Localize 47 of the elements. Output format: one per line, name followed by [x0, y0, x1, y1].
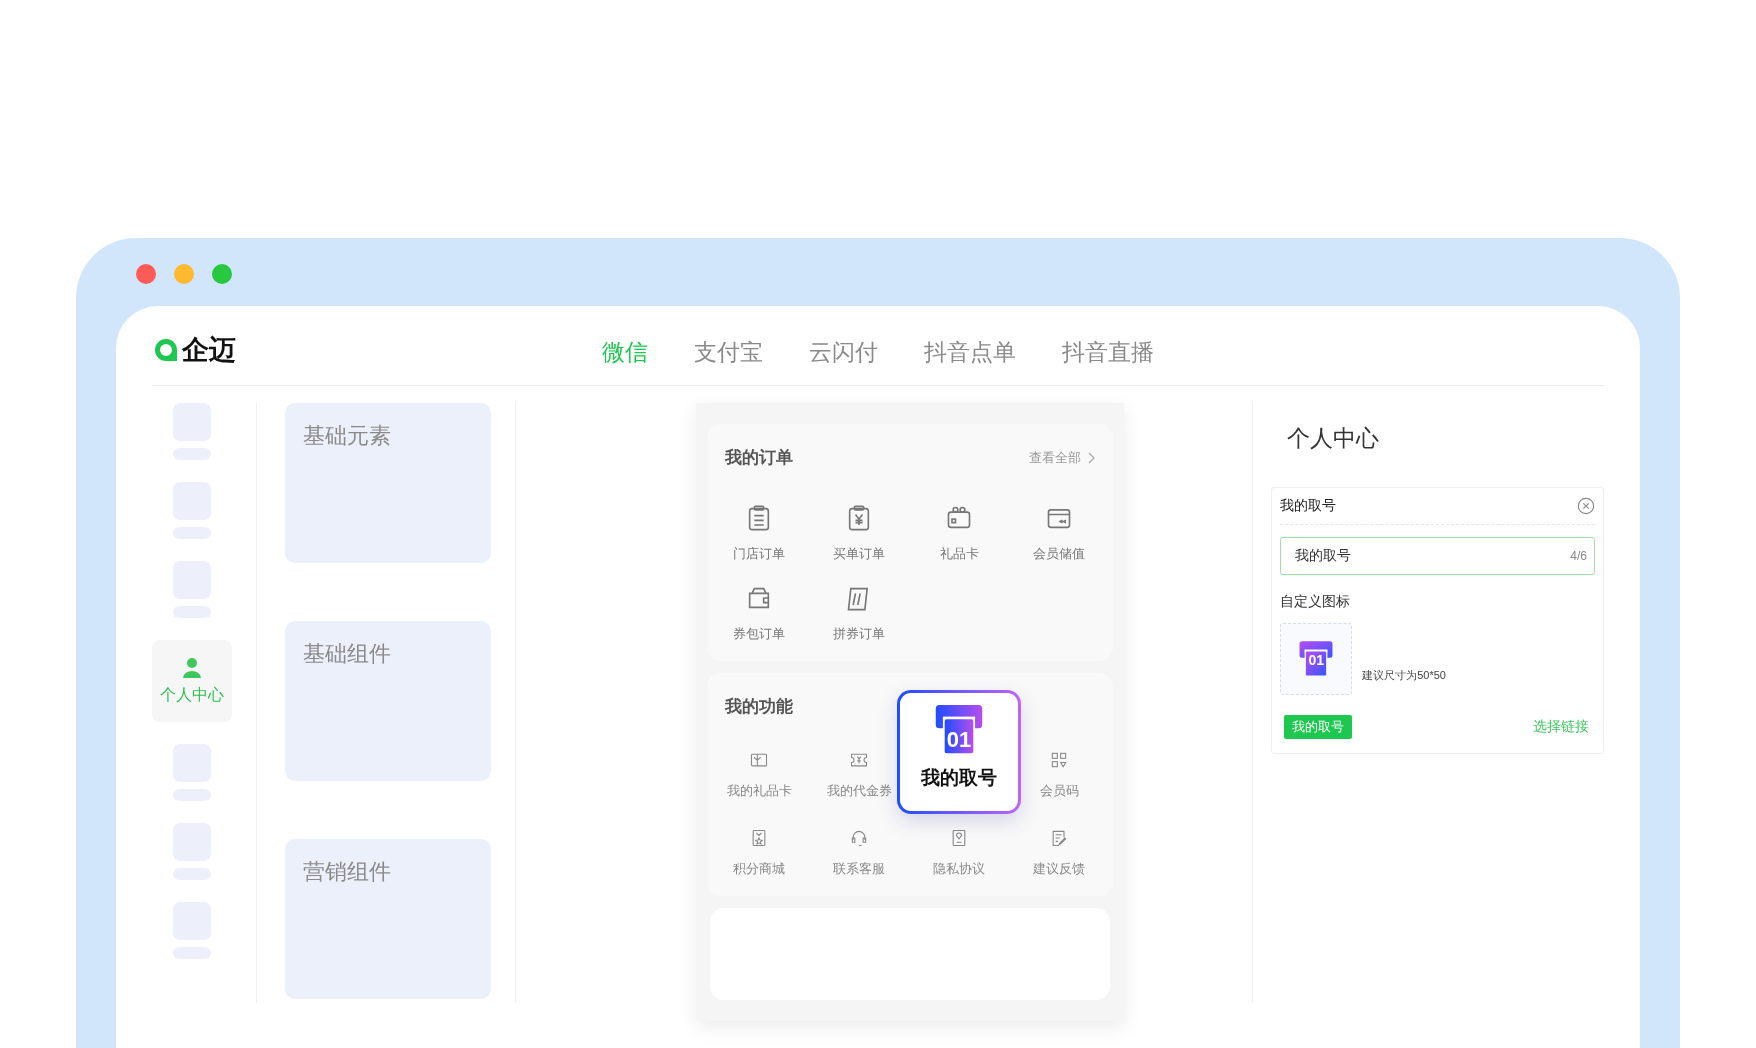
category-card[interactable]: 基础组件: [284, 621, 492, 781]
close-icon[interactable]: [1577, 497, 1595, 515]
minimize-window-dot[interactable]: [174, 264, 194, 284]
view-all-link[interactable]: 查看全部: [1029, 448, 1096, 467]
order-label: 拼券订单: [833, 625, 886, 643]
function-label: 联系客服: [833, 860, 886, 878]
category-card[interactable]: 基础元素: [284, 403, 492, 563]
function-label: 隐私协议: [933, 860, 986, 878]
sidebar-item[interactable]: 个人中心: [152, 640, 232, 722]
platform-tab[interactable]: 抖音点单: [922, 337, 1018, 368]
category-title: 营销组件: [302, 859, 391, 884]
item-title: 我的取号: [1280, 497, 1337, 515]
order-label: 门店订单: [733, 545, 786, 563]
category-card[interactable]: 营销组件: [284, 839, 492, 999]
category-title: 基础元素: [302, 423, 391, 448]
function-label: 积分商城: [733, 860, 786, 878]
function-label: 我的取号: [921, 766, 998, 790]
chevron-right-icon: [1087, 451, 1096, 464]
order-label: 券包订单: [733, 625, 786, 643]
section-label: 自定义图标: [1280, 593, 1352, 611]
order-label: 买单订单: [833, 545, 886, 563]
size-hint: 建议尺寸为50*50: [1362, 668, 1446, 683]
icon-upload-box[interactable]: 01: [1280, 623, 1353, 695]
select-link[interactable]: 选择链接: [1533, 718, 1589, 736]
order-label: 会员储值: [1033, 545, 1086, 563]
function-label: 我的代金券: [826, 782, 892, 800]
sidebar-label: 个人中心: [159, 684, 224, 705]
name-tag: 我的取号: [1284, 715, 1353, 739]
order-label: 礼品卡: [939, 545, 979, 563]
section-title: 我的功能: [725, 696, 794, 718]
ticket-number: 01: [1308, 653, 1324, 667]
panel-title: 个人中心: [1286, 424, 1381, 453]
platform-tab[interactable]: 支付宝: [692, 337, 765, 368]
person-icon: [180, 656, 203, 679]
ticket-number: 01: [946, 729, 972, 751]
function-label: 我的礼品卡: [726, 782, 792, 800]
character-counter: 4/6: [1570, 549, 1587, 563]
category-title: 基础组件: [302, 641, 391, 666]
platform-tab[interactable]: 云闪付: [807, 337, 880, 368]
platform-tab[interactable]: 微信: [600, 337, 650, 368]
section-title: 我的订单: [725, 447, 794, 469]
function-label: 会员码: [1039, 782, 1079, 800]
close-window-dot[interactable]: [136, 264, 156, 284]
platform-tab[interactable]: 抖音直播: [1060, 337, 1156, 368]
maximize-window-dot[interactable]: [212, 264, 232, 284]
brand-name: 企迈: [182, 333, 236, 367]
function-label: 建议反馈: [1033, 860, 1086, 878]
